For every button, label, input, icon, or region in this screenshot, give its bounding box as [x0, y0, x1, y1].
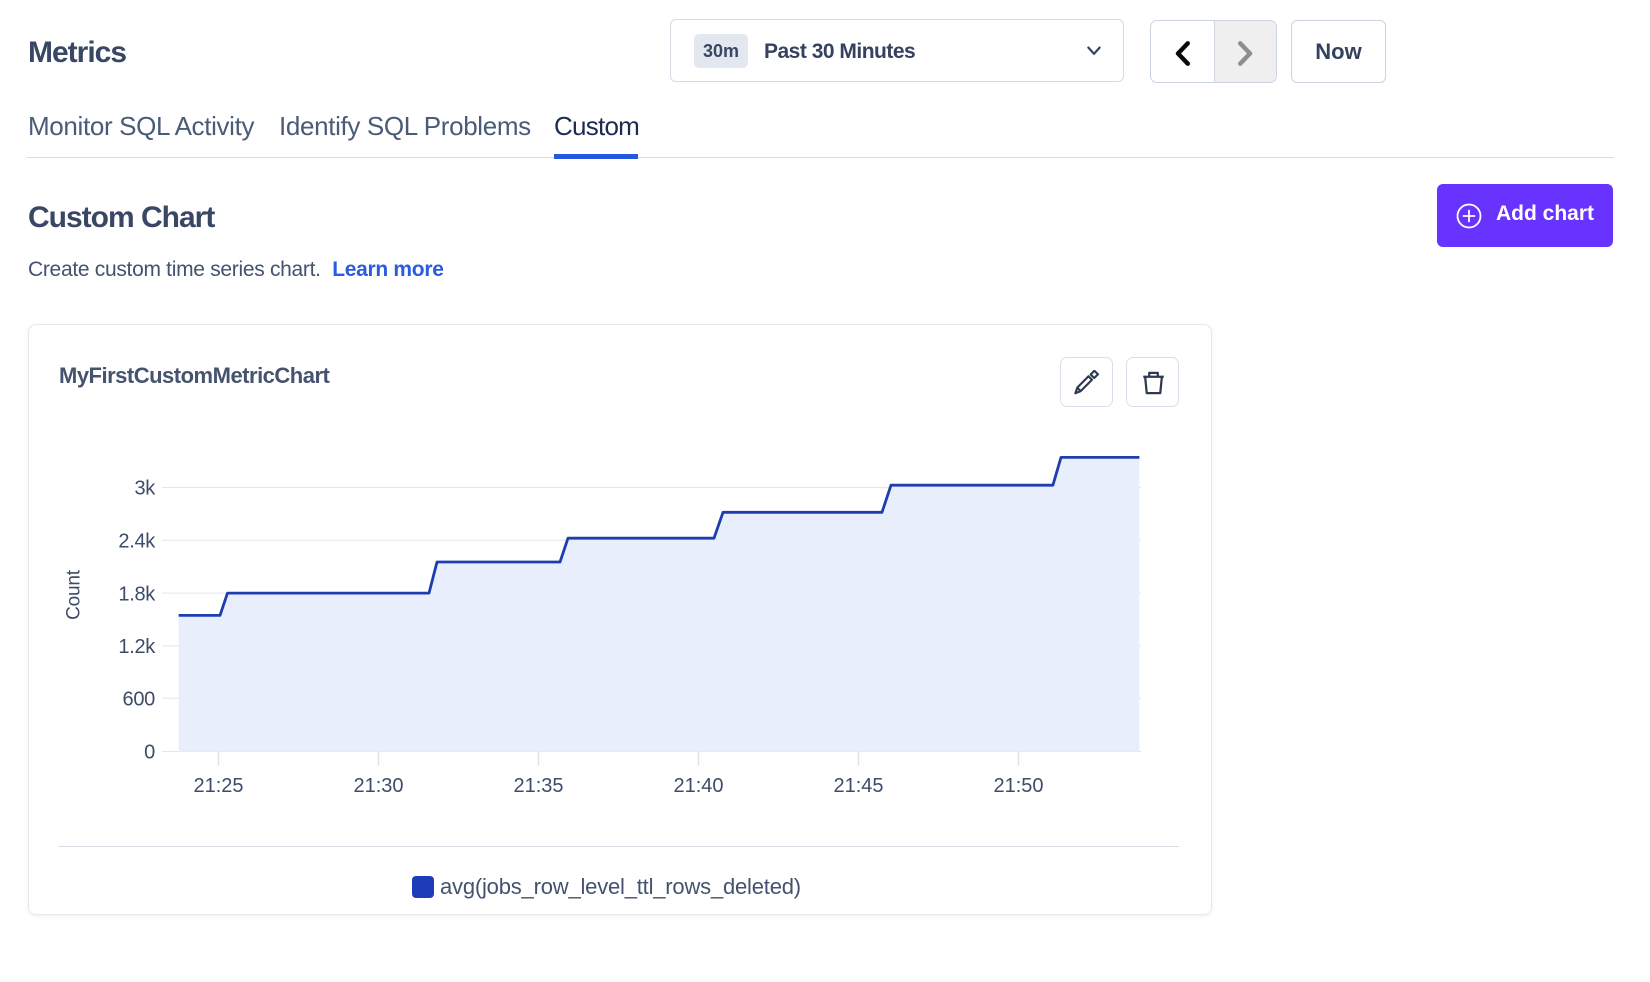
svg-text:3k: 3k	[134, 478, 156, 500]
svg-text:21:45: 21:45	[833, 775, 883, 797]
svg-text:1.2k: 1.2k	[118, 636, 156, 658]
svg-text:Count: Count	[64, 569, 85, 620]
svg-text:2.4k: 2.4k	[118, 530, 156, 552]
svg-text:0: 0	[144, 742, 155, 764]
svg-text:21:35: 21:35	[513, 775, 563, 797]
svg-text:21:30: 21:30	[353, 775, 403, 797]
svg-text:600: 600	[123, 688, 156, 710]
svg-text:21:40: 21:40	[673, 775, 723, 797]
svg-text:21:25: 21:25	[193, 775, 243, 797]
svg-text:21:50: 21:50	[993, 775, 1043, 797]
svg-text:1.8k: 1.8k	[118, 583, 156, 605]
